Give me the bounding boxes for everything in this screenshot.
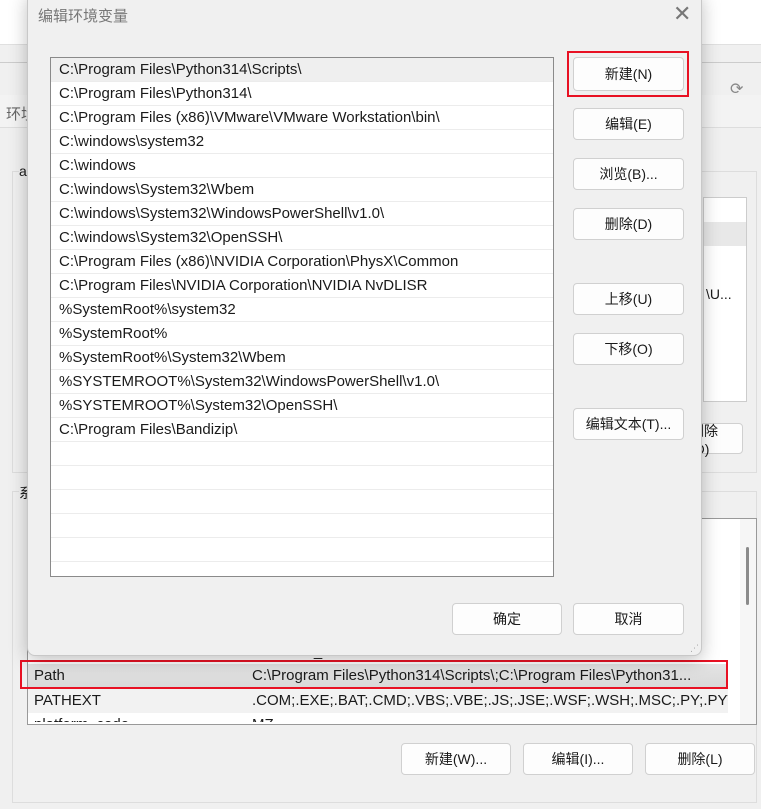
browse-button[interactable]: 浏览(B)... — [573, 158, 684, 190]
move-down-button[interactable]: 下移(O) — [573, 333, 684, 365]
empty-list-row[interactable] — [51, 514, 553, 538]
close-icon[interactable]: ✕ — [673, 1, 691, 27]
user-variables-list[interactable]: \U... — [703, 197, 747, 402]
list-item[interactable]: C:\Program Files (x86)\VMware\VMware Wor… — [51, 106, 553, 130]
list-item[interactable]: C:\Program Files\Bandizip\ — [51, 418, 553, 442]
table-row[interactable]: platform_codeMZ — [28, 713, 728, 722]
resize-grip-icon[interactable]: ⋰ — [690, 643, 699, 654]
empty-list-row[interactable] — [51, 466, 553, 490]
path-highlight-box — [20, 660, 728, 689]
system-delete-button[interactable]: 删除(L) — [645, 743, 755, 775]
system-new-button[interactable]: 新建(W)... — [401, 743, 511, 775]
scrollbar[interactable] — [740, 519, 756, 724]
list-item[interactable]: C:\Program Files\Python314\ — [51, 82, 553, 106]
list-item[interactable]: %SYSTEMROOT%\System32\WindowsPowerShell\… — [51, 370, 553, 394]
list-item[interactable]: C:\windows\System32\OpenSSH\ — [51, 226, 553, 250]
list-item[interactable]: C:\Program Files\Python314\Scripts\ — [51, 58, 553, 82]
list-item[interactable]: C:\windows\system32 — [51, 130, 553, 154]
list-item[interactable]: C:\Program Files\NVIDIA Corporation\NVID… — [51, 274, 553, 298]
ok-button[interactable]: 确定 — [452, 603, 562, 635]
move-up-button[interactable]: 上移(U) — [573, 283, 684, 315]
empty-list-row[interactable] — [51, 538, 553, 562]
dialog-title: 编辑环境变量 — [38, 8, 129, 25]
edit-button[interactable]: 编辑(E) — [573, 108, 684, 140]
empty-list-row[interactable] — [51, 442, 553, 466]
user-group-label: a — [19, 163, 27, 179]
path-entries-list[interactable]: C:\Program Files\Python314\Scripts\ C:\Pr… — [50, 57, 554, 577]
empty-list-row[interactable] — [51, 490, 553, 514]
list-item[interactable]: %SystemRoot%\System32\Wbem — [51, 346, 553, 370]
cancel-button[interactable]: 取消 — [573, 603, 684, 635]
list-item[interactable]: %SYSTEMROOT%\System32\OpenSSH\ — [51, 394, 553, 418]
list-item[interactable]: %SystemRoot%\system32 — [51, 298, 553, 322]
table-row[interactable]: PATHEXT .COM;.EXE;.BAT;.CMD;.VBS;.VBE;.JS… — [28, 689, 728, 713]
new-button[interactable]: 新建(N) — [573, 57, 684, 91]
list-item[interactable]: C:\windows\System32\Wbem — [51, 178, 553, 202]
system-edit-button[interactable]: 编辑(I)... — [523, 743, 633, 775]
refresh-icon[interactable]: ⟳ — [730, 79, 743, 99]
list-item[interactable]: C:\windows\System32\WindowsPowerShell\v1… — [51, 202, 553, 226]
delete-button[interactable]: 删除(D) — [573, 208, 684, 240]
list-item[interactable]: %SystemRoot% — [51, 322, 553, 346]
edit-text-button[interactable]: 编辑文本(T)... — [573, 408, 684, 440]
user-list-cell: \U... — [706, 286, 732, 302]
list-item[interactable]: C:\Program Files (x86)\NVIDIA Corporatio… — [51, 250, 553, 274]
list-item[interactable]: C:\windows — [51, 154, 553, 178]
